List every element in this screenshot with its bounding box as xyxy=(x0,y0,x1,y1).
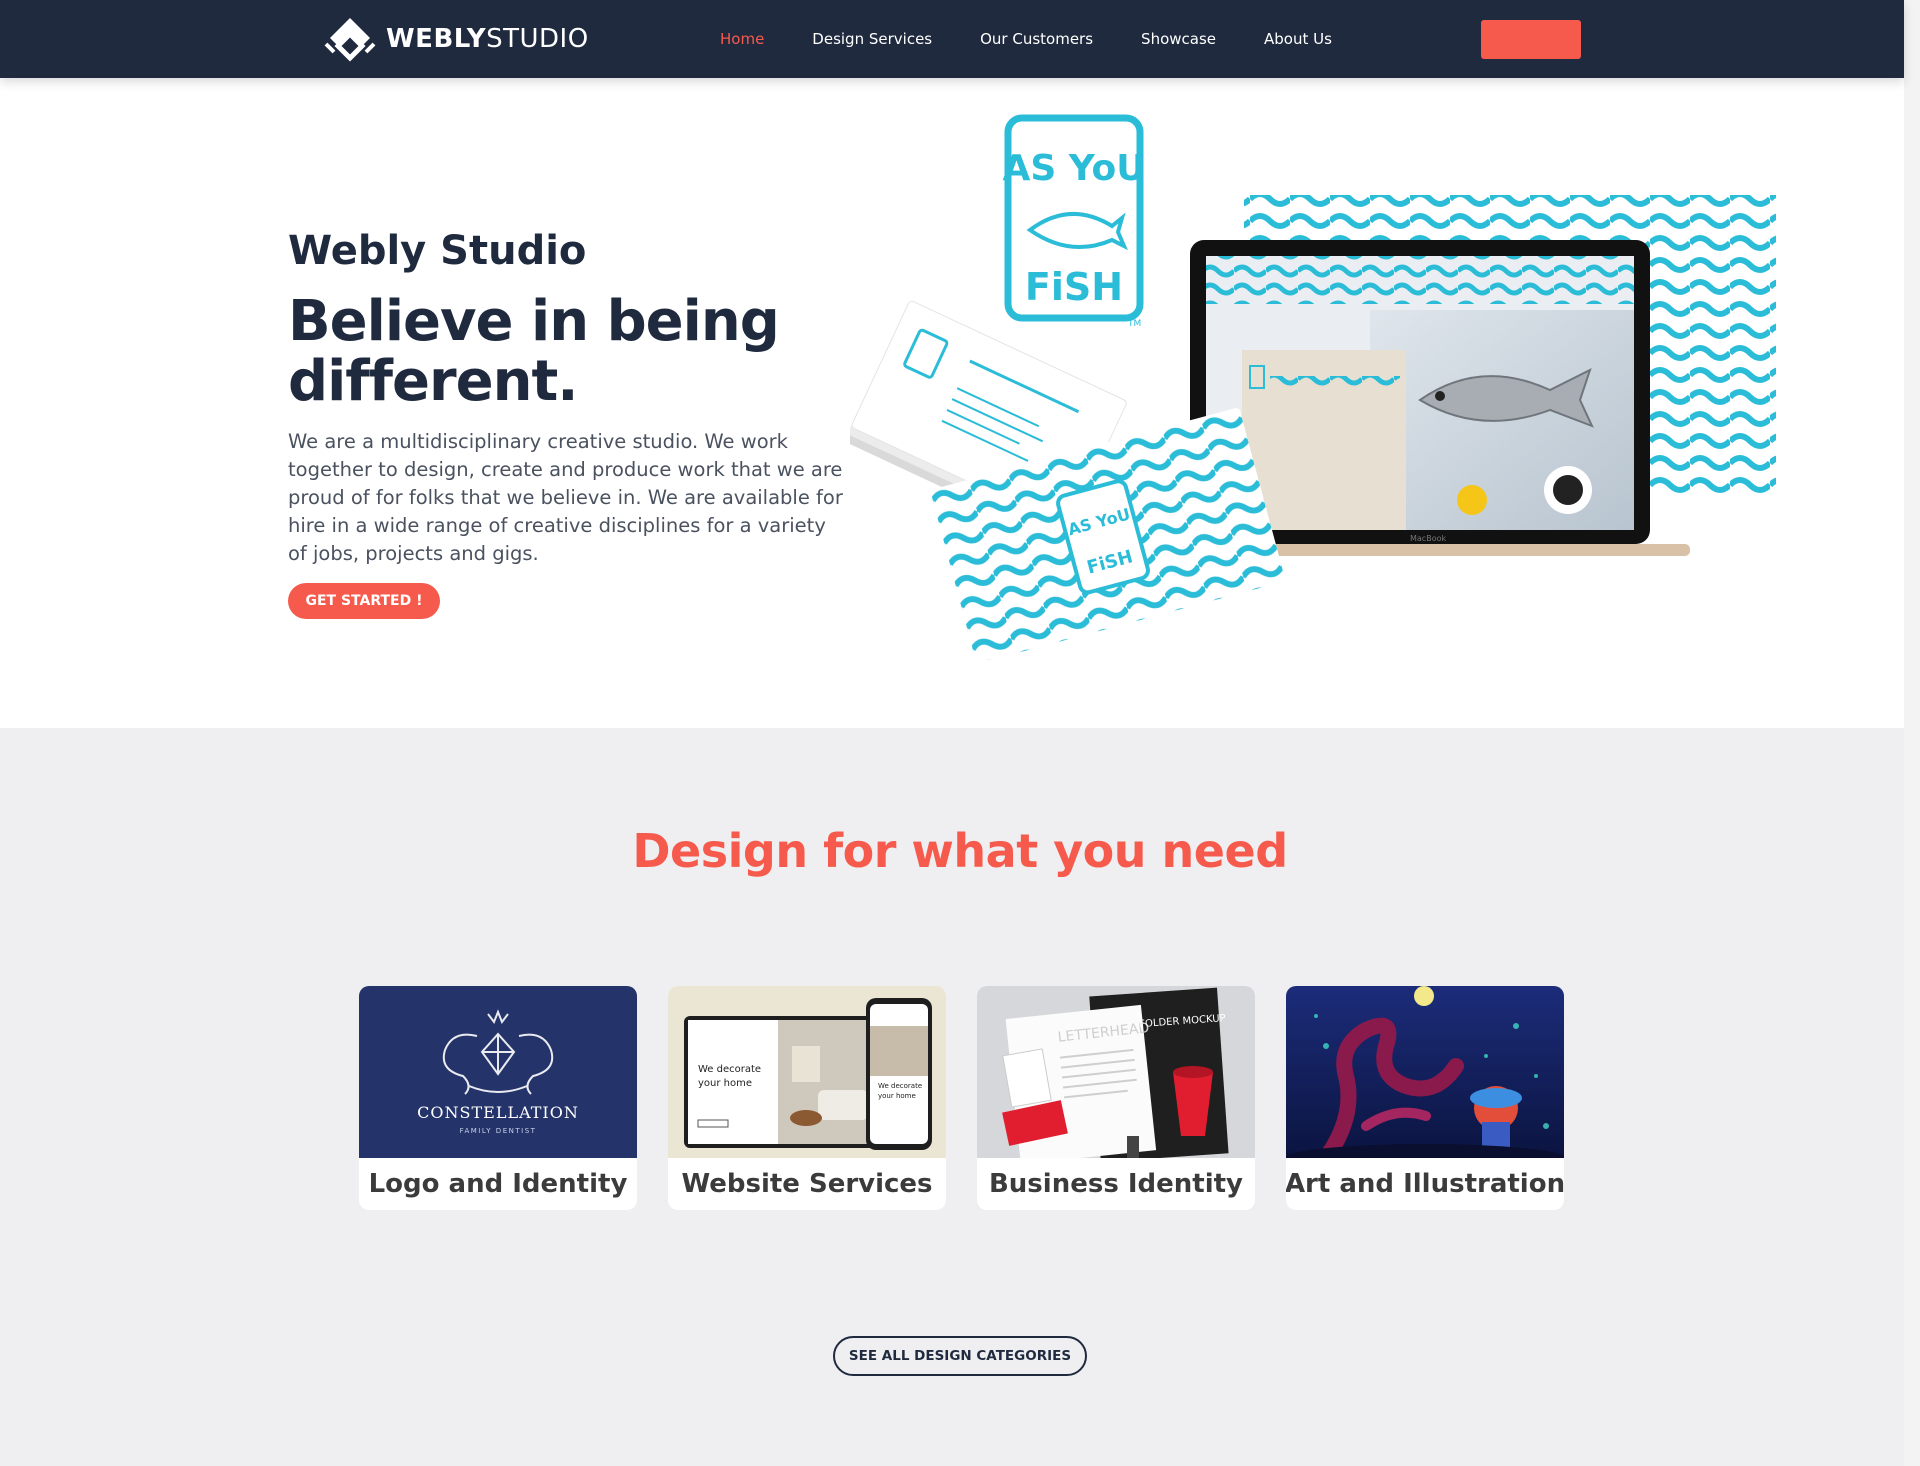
main-menu: Home Design Services Our Customers Showc… xyxy=(720,0,1380,78)
business-identity-image: LETTERHEAD FOLDER MOCKUP xyxy=(977,986,1255,1158)
section-title: Design for what you need xyxy=(632,824,1288,878)
svg-text:FiSH: FiSH xyxy=(1025,265,1123,309)
svg-text:TM: TM xyxy=(1127,319,1141,329)
family-dentist-text: FAMILY DENTIST xyxy=(460,1127,537,1135)
page: WEBLYSTUDIO Home Design Services Our Cus… xyxy=(0,0,1920,1466)
svg-text:your home: your home xyxy=(878,1092,916,1100)
as-you-fish-logo: AS YoU FiSH TM xyxy=(1002,114,1146,329)
card-art-illustration[interactable]: Art and Illustration xyxy=(1286,986,1564,1210)
art-illustration-image xyxy=(1286,986,1564,1158)
hero-description: We are a multidisciplinary creative stud… xyxy=(288,430,843,565)
hero-title: Believe in being different. xyxy=(288,289,780,414)
website-mock-headline: We decorate xyxy=(698,1064,761,1075)
card-label: Art and Illustration xyxy=(1286,1169,1564,1199)
logo-identity-image: CONSTELLATION FAMILY DENTIST xyxy=(359,986,637,1158)
see-all-categories-button[interactable]: SEE ALL DESIGN CATEGORIES xyxy=(833,1336,1087,1376)
logo-mark-icon xyxy=(324,18,376,62)
hero-brand: Webly Studio xyxy=(288,228,587,274)
constellation-text: CONSTELLATION xyxy=(417,1103,579,1122)
laptop-brand-text: MacBook xyxy=(1410,534,1446,543)
svg-text:your home: your home xyxy=(698,1078,752,1089)
scrollbar-track[interactable] xyxy=(1904,0,1920,1466)
svg-text:We decorate: We decorate xyxy=(878,1082,922,1090)
svg-text:AS YoU: AS YoU xyxy=(1002,148,1145,189)
card-label: Logo and Identity xyxy=(368,1169,628,1199)
get-started-button[interactable]: GET STARTED ! xyxy=(288,583,440,619)
card-business-identity[interactable]: LETTERHEAD FOLDER MOCKUP Business Identi… xyxy=(977,986,1255,1210)
website-services-image: We decorate your home We decorate your h… xyxy=(668,986,946,1158)
nav-cta-button[interactable] xyxy=(1481,20,1581,59)
nav-item-about-us[interactable]: About Us xyxy=(1264,30,1332,48)
nav-item-our-customers[interactable]: Our Customers xyxy=(980,30,1093,48)
nav-item-home[interactable]: Home xyxy=(720,30,764,48)
card-label: Website Services xyxy=(681,1169,933,1199)
nav-item-design-services[interactable]: Design Services xyxy=(812,30,932,48)
card-label: Business Identity xyxy=(988,1169,1243,1199)
logo-wordmark: WEBLYSTUDIO xyxy=(386,24,589,54)
card-website-services[interactable]: We decorate your home We decorate your h… xyxy=(668,986,946,1210)
design-services-section: Design for what you need CONSTELLATION F xyxy=(0,728,1904,1466)
hero-illustration: MacBook AS YoU FiSH AS YoU FiSH TM xyxy=(850,114,1776,660)
site-logo[interactable]: WEBLYSTUDIO xyxy=(322,14,589,64)
top-navbar: WEBLYSTUDIO Home Design Services Our Cus… xyxy=(0,0,1904,78)
card-logo-identity[interactable]: CONSTELLATION FAMILY DENTIST Logo and Id… xyxy=(359,986,637,1210)
service-cards: CONSTELLATION FAMILY DENTIST Logo and Id… xyxy=(359,986,1595,1210)
nav-item-showcase[interactable]: Showcase xyxy=(1141,30,1216,48)
